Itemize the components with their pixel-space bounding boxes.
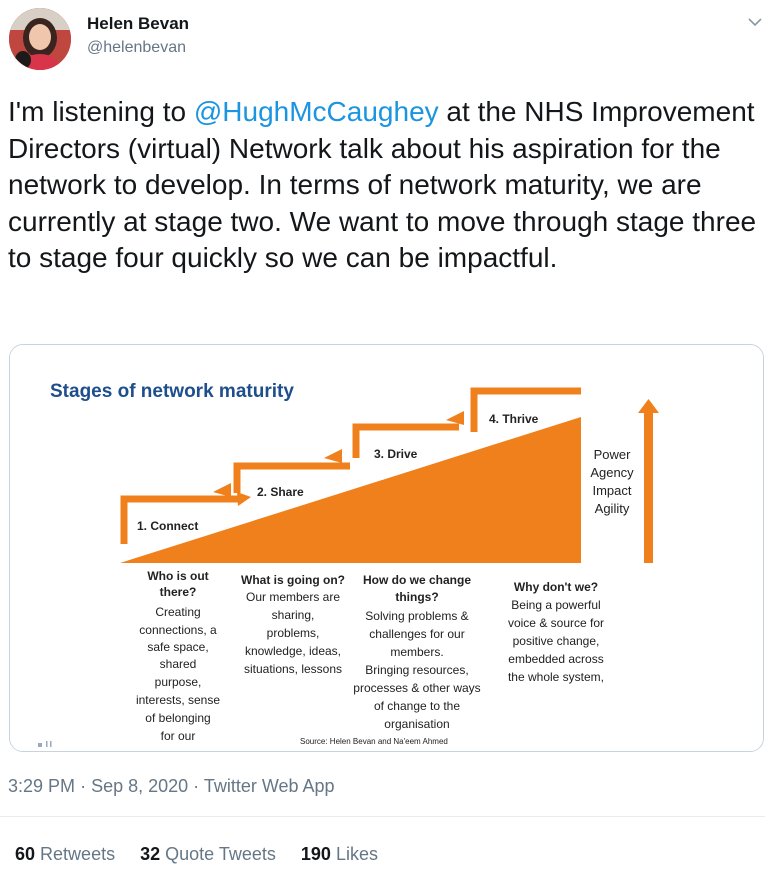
col-body-line: safe space, — [147, 640, 208, 654]
col-body-line: challenges for our — [369, 627, 464, 641]
col-body-line: situations, lessons — [244, 662, 342, 676]
col-body-line: embedded across — [508, 652, 603, 666]
col-body-line: Being a powerful — [511, 598, 600, 612]
engagement-stats: 60 Retweets 32 Quote Tweets 190 Likes — [15, 844, 398, 865]
author-info[interactable]: Helen Bevan @helenbevan — [87, 14, 189, 57]
chevron-down-icon[interactable] — [745, 12, 765, 32]
col-heading-line: Who is out — [147, 569, 208, 583]
meta-separator: · — [80, 776, 92, 796]
retweets-stat[interactable]: 60 Retweets — [15, 844, 115, 865]
col-body-line: processes & other ways — [353, 681, 480, 695]
retweets-count: 60 — [15, 844, 36, 864]
avatar-photo — [9, 8, 71, 70]
col-heading-line: How do we change — [363, 573, 471, 587]
likes-count: 190 — [300, 844, 331, 864]
divider — [0, 816, 765, 817]
col-body-line: voice & source for — [508, 616, 604, 630]
avatar[interactable] — [9, 8, 71, 70]
col-body-line: positive change, — [513, 634, 600, 648]
col-heading-line: Why don't we? — [514, 580, 598, 594]
col-heading-line: there? — [160, 585, 197, 599]
tweet-text: I'm listening to @HughMcCaughey at the N… — [8, 94, 768, 277]
col-body-line: Bringing resources, — [365, 663, 468, 677]
quote-tweets-count: 32 — [140, 844, 161, 864]
side-label-power: Power — [594, 447, 632, 462]
meta-separator: · — [193, 776, 204, 796]
col-body-line: Solving problems & — [365, 609, 468, 623]
col-body-line: problems, — [267, 626, 320, 640]
col-body-line: members. — [390, 645, 443, 659]
col-body-line: shared — [160, 657, 197, 671]
stage-share: 2. Share — [257, 485, 304, 499]
mention-link[interactable]: @HughMcCaughey — [194, 96, 439, 127]
diagram-title: Stages of network maturity — [50, 381, 294, 402]
col-body-line: Creating — [155, 605, 200, 619]
col-body-line: connections, a — [139, 623, 217, 637]
likes-label: Likes — [335, 844, 378, 864]
author-name[interactable]: Helen Bevan — [87, 14, 189, 34]
stage-drive: 3. Drive — [374, 447, 418, 461]
quote-tweets-label: Quote Tweets — [165, 844, 276, 864]
stage-connect: 1. Connect — [137, 519, 198, 533]
col-heading-line: things? — [395, 590, 438, 604]
col-body-line: organisation — [384, 717, 449, 731]
col-body-line: of belonging — [145, 711, 210, 725]
col-body-line: sharing, — [272, 608, 315, 622]
col-heading-line: What is going on? — [241, 573, 345, 587]
col-body-line: knowledge, ideas, — [245, 644, 341, 658]
tweet-image[interactable]: Stages of network maturity 1. Connect 2.… — [9, 344, 764, 752]
quote-tweets-stat[interactable]: 32 Quote Tweets — [140, 844, 276, 865]
col-body-line: the whole system, — [508, 670, 604, 684]
stage-thrive: 4. Thrive — [489, 412, 539, 426]
diagram-source: Source: Helen Bevan and Na'eem Ahmed — [300, 737, 448, 746]
col-body-line: interests, sense — [136, 693, 220, 707]
author-handle[interactable]: @helenbevan — [87, 39, 189, 57]
col-body-line: Our members are — [246, 590, 340, 604]
tweet-meta: 3:29 PM · Sep 8, 2020 · Twitter Web App — [8, 776, 335, 797]
impact-arrow-shaft — [644, 413, 653, 563]
tweet-text-start: I'm listening to — [8, 96, 194, 127]
tweet-time[interactable]: 3:29 PM — [8, 776, 75, 796]
side-label-agility: Agility — [595, 501, 630, 516]
side-label-impact: Impact — [592, 483, 631, 498]
retweets-label: Retweets — [40, 844, 116, 864]
side-label-agency: Agency — [590, 465, 634, 480]
tweet-date[interactable]: Sep 8, 2020 — [91, 776, 188, 796]
col-body-line: purpose, — [155, 675, 202, 689]
likes-stat[interactable]: 190 Likes — [301, 844, 378, 865]
network-maturity-diagram: Stages of network maturity 1. Connect 2.… — [10, 345, 763, 751]
col-body-line: of change to the — [374, 699, 460, 713]
tweet-source-app[interactable]: Twitter Web App — [204, 776, 335, 796]
col-body-line: for our — [161, 729, 196, 743]
